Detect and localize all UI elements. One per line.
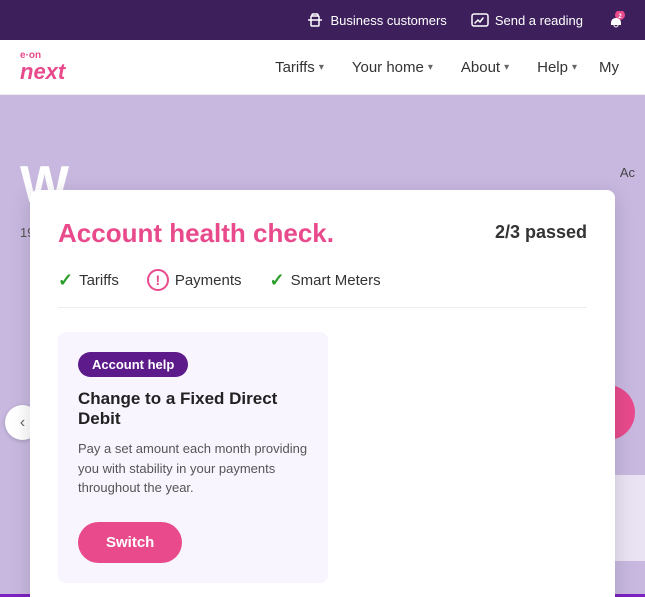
check-tariffs-label: Tariffs	[79, 272, 119, 289]
nav-about-label: About	[461, 59, 500, 76]
nav-bar: e·on next Tariffs ▾ Your home ▾ About ▾ …	[0, 40, 645, 95]
nav-my-label: My	[599, 59, 619, 76]
nav-help-label: Help	[537, 59, 568, 76]
modal-overlay: Account health check. 2/3 passed ✓ Tarif…	[30, 190, 615, 547]
nav-items: Tariffs ▾ Your home ▾ About ▾ Help ▾ My	[263, 51, 625, 84]
modal-header: Account health check. 2/3 passed	[58, 218, 587, 249]
modal-checks: ✓ Tariffs ! Payments ✓ Smart Meters	[58, 269, 587, 308]
business-customers-label: Business customers	[330, 13, 446, 28]
check-smart-meters: ✓ Smart Meters	[270, 270, 381, 291]
card-description: Pay a set amount each month providing yo…	[78, 439, 308, 498]
switch-button[interactable]: Switch	[78, 522, 182, 563]
check-green-icon: ✓	[270, 270, 285, 291]
modal-card: Account help Change to a Fixed Direct De…	[58, 332, 328, 583]
nav-your-home-label: Your home	[352, 59, 424, 76]
modal-title: Account health check.	[58, 218, 334, 249]
send-reading-label: Send a reading	[495, 13, 583, 28]
account-health-modal: Account health check. 2/3 passed ✓ Tarif…	[30, 190, 615, 597]
logo-next: next	[20, 61, 65, 83]
check-smart-meters-label: Smart Meters	[291, 272, 381, 289]
bg-right-text: Ac	[525, 165, 645, 180]
warning-icon: !	[147, 269, 169, 291]
nav-about[interactable]: About ▾	[449, 51, 521, 84]
check-green-icon: ✓	[58, 270, 73, 291]
nav-tariffs[interactable]: Tariffs ▾	[263, 51, 336, 84]
send-reading-link[interactable]: Send a reading	[471, 11, 583, 29]
check-tariffs: ✓ Tariffs	[58, 270, 119, 291]
bell-icon: 2	[607, 11, 625, 29]
modal-score: 2/3 passed	[495, 218, 587, 243]
briefcase-icon	[306, 11, 324, 29]
top-bar: Business customers Send a reading 2	[0, 0, 645, 40]
chevron-down-icon: ▾	[504, 62, 509, 73]
chevron-down-icon: ▾	[319, 62, 324, 73]
meter-icon	[471, 11, 489, 29]
chevron-down-icon: ▾	[428, 62, 433, 73]
nav-your-home[interactable]: Your home ▾	[340, 51, 445, 84]
card-title: Change to a Fixed Direct Debit	[78, 389, 308, 429]
logo[interactable]: e·on next	[20, 51, 65, 83]
nav-my[interactable]: My	[593, 51, 625, 84]
check-payments-label: Payments	[175, 272, 242, 289]
notification-bell[interactable]: 2	[607, 11, 625, 29]
nav-tariffs-label: Tariffs	[275, 59, 315, 76]
check-payments: ! Payments	[147, 269, 242, 291]
business-customers-link[interactable]: Business customers	[306, 11, 446, 29]
chevron-down-icon: ▾	[572, 62, 577, 73]
card-tag: Account help	[78, 352, 188, 377]
background-content: W 192 G Ac ‹ t paym paymement iss afteri…	[0, 95, 645, 597]
nav-help[interactable]: Help ▾	[525, 51, 589, 84]
